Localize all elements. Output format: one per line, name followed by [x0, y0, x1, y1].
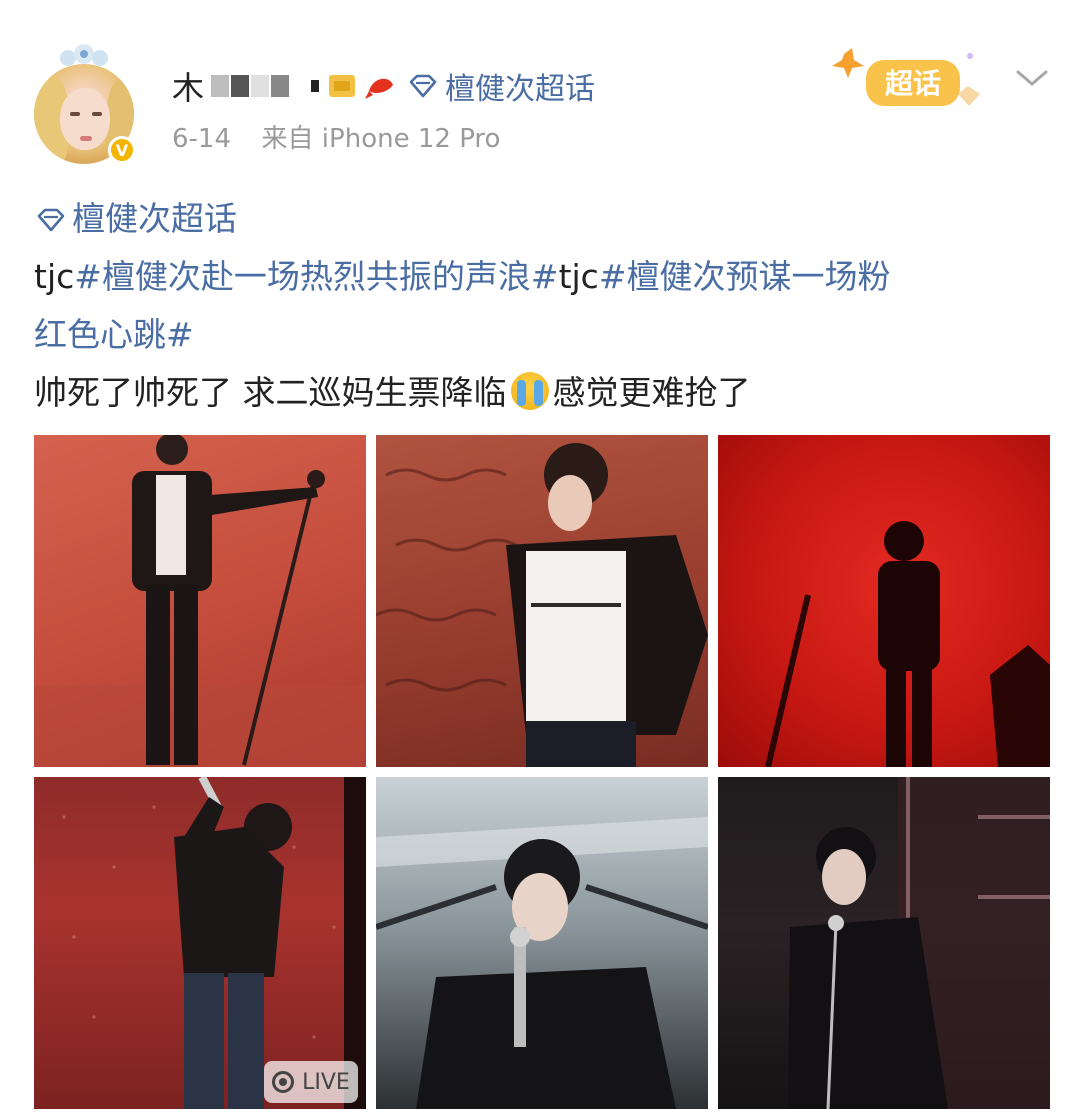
super-topic-label: 檀健次超话	[445, 72, 596, 107]
verified-badge-icon: V	[108, 136, 136, 164]
topic-link-label: 檀健次超话	[72, 199, 237, 238]
hashtag-link[interactable]: #檀健次赴一场热烈共振的声浪#	[74, 257, 558, 296]
koi-fish-icon	[365, 78, 394, 99]
live-label: LIVE	[302, 1069, 350, 1095]
photo-4[interactable]: LIVE	[34, 777, 366, 1109]
super-topic-badge[interactable]: 超话	[826, 46, 986, 118]
live-photo-badge[interactable]: LIVE	[264, 1061, 358, 1103]
username-mosaic	[211, 75, 320, 97]
topic-link[interactable]: 檀健次超话	[34, 199, 237, 238]
message-text: 感觉更难抢了	[552, 373, 751, 412]
avatar-decoration-icon	[60, 44, 108, 66]
text-prefix: tjc	[558, 257, 599, 296]
hashtag-line-cont: 红色心跳#	[34, 306, 1044, 364]
avatar[interactable]: V	[34, 44, 136, 164]
photo-5[interactable]	[376, 777, 708, 1109]
text-prefix: tjc	[34, 257, 75, 296]
post-text: 檀健次超话 tjc#檀健次赴一场热烈共振的声浪#tjc#檀健次预谋一场粉 红色心…	[34, 190, 1044, 422]
username[interactable]: 木	[172, 63, 205, 109]
photo-6[interactable]	[718, 777, 1050, 1109]
name-row: 木 檀健次超话	[172, 64, 595, 108]
member-badge-icon	[329, 75, 356, 97]
photo-1[interactable]	[34, 435, 366, 767]
crying-emoji-icon	[510, 372, 549, 410]
diamond-icon	[409, 74, 437, 98]
super-badge-label: 超话	[885, 67, 941, 100]
photo-2[interactable]	[376, 435, 708, 767]
image-grid: LIVE	[34, 435, 1050, 1109]
live-icon	[272, 1071, 295, 1093]
post-header: V 木 檀健次超话 6-14 来自 iPhone 12 Pro 超话	[0, 0, 1080, 170]
message-line: 帅死了帅死了 求二巡妈生票降临 感觉更难抢了	[34, 364, 1044, 422]
super-topic-link[interactable]: 檀健次超话	[407, 64, 595, 108]
diamond-icon	[37, 208, 65, 232]
hashtag-link-cont[interactable]: 红色心跳#	[34, 315, 194, 354]
topic-line: 檀健次超话	[34, 190, 1044, 248]
photo-3[interactable]	[718, 435, 1050, 767]
hashtag-link[interactable]: #檀健次预谋一场粉	[599, 257, 891, 296]
post-meta: 6-14 来自 iPhone 12 Pro	[172, 118, 500, 155]
chevron-down-icon[interactable]	[1014, 66, 1050, 90]
hashtag-line: tjc#檀健次赴一场热烈共振的声浪#tjc#檀健次预谋一场粉	[34, 248, 1044, 306]
post-date: 6-14	[172, 124, 232, 154]
post-source: 来自 iPhone 12 Pro	[261, 124, 501, 154]
message-text: 帅死了帅死了 求二巡妈生票降临	[34, 373, 507, 412]
